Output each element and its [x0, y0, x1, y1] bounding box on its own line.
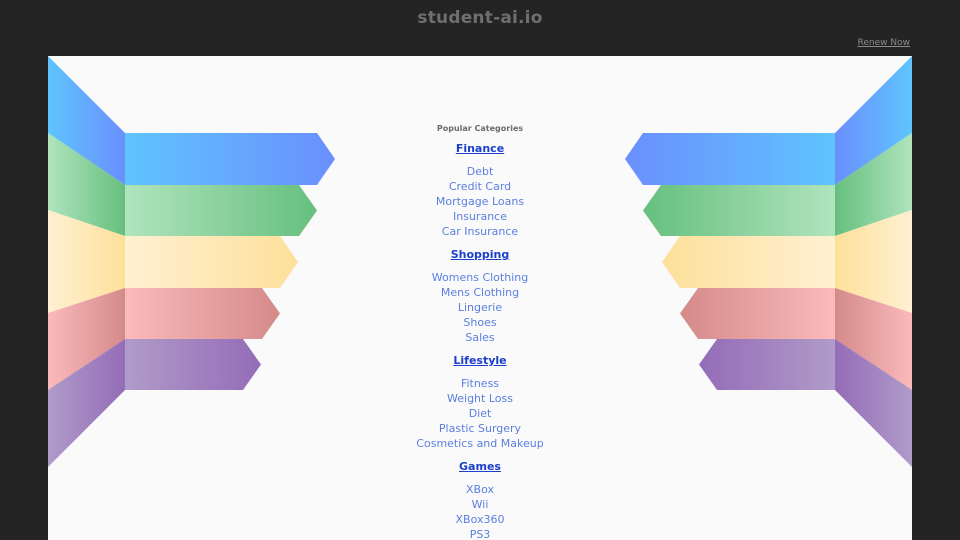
- category-link[interactable]: Fitness: [461, 377, 499, 390]
- category-link[interactable]: XBox360: [456, 513, 505, 526]
- category-lifestyle[interactable]: Lifestyle: [453, 354, 506, 367]
- category-link[interactable]: Mens Clothing: [441, 286, 519, 299]
- category-link[interactable]: Plastic Surgery: [439, 422, 521, 435]
- category-link[interactable]: PS3: [470, 528, 491, 540]
- category-link-row: Insurance: [48, 210, 912, 223]
- category-link-row: Sales: [48, 331, 912, 344]
- category-link[interactable]: Car Insurance: [442, 225, 518, 238]
- category-link-row: Car Insurance: [48, 225, 912, 238]
- category-link[interactable]: Wii: [472, 498, 489, 511]
- category-link-row: Plastic Surgery: [48, 422, 912, 435]
- category-link[interactable]: Lingerie: [458, 301, 502, 314]
- category-heading: Lifestyle: [48, 354, 912, 367]
- category-link[interactable]: Shoes: [463, 316, 496, 329]
- renew-now-link[interactable]: Renew Now: [858, 38, 910, 48]
- category-link-row: PS3: [48, 528, 912, 540]
- category-heading: Finance: [48, 142, 912, 155]
- category-link-row: Diet: [48, 407, 912, 420]
- category-finance[interactable]: Finance: [456, 142, 504, 155]
- category-link[interactable]: Debt: [467, 165, 494, 178]
- site-title: student-ai.io: [417, 8, 543, 28]
- category-link-row: Lingerie: [48, 301, 912, 314]
- category-link[interactable]: Cosmetics and Makeup: [416, 437, 543, 450]
- category-link-row: XBox360: [48, 513, 912, 526]
- category-link-row: Mortgage Loans: [48, 195, 912, 208]
- category-link[interactable]: Credit Card: [449, 180, 511, 193]
- category-link[interactable]: Weight Loss: [447, 392, 513, 405]
- category-link-row: Shoes: [48, 316, 912, 329]
- category-link-row: Mens Clothing: [48, 286, 912, 299]
- category-link-row: Wii: [48, 498, 912, 511]
- category-link[interactable]: Insurance: [453, 210, 507, 223]
- content-panel: Popular Categories Finance Debt Credit Car…: [48, 56, 912, 540]
- category-link[interactable]: Sales: [465, 331, 494, 344]
- popular-categories-heading: Popular Categories: [436, 124, 524, 133]
- category-link-row: Womens Clothing: [48, 271, 912, 284]
- category-link-row: Fitness: [48, 377, 912, 390]
- category-link[interactable]: XBox: [466, 483, 494, 496]
- category-shopping[interactable]: Shopping: [451, 248, 510, 261]
- category-heading: Shopping: [48, 248, 912, 261]
- category-link-row: Weight Loss: [48, 392, 912, 405]
- category-link-row: XBox: [48, 483, 912, 496]
- category-link-row: Credit Card: [48, 180, 912, 193]
- category-link-row: Debt: [48, 165, 912, 178]
- category-link[interactable]: Womens Clothing: [432, 271, 528, 284]
- category-link[interactable]: Mortgage Loans: [436, 195, 524, 208]
- category-link-row: Cosmetics and Makeup: [48, 437, 912, 450]
- category-games[interactable]: Games: [459, 460, 501, 473]
- category-link[interactable]: Diet: [469, 407, 492, 420]
- category-heading: Games: [48, 460, 912, 473]
